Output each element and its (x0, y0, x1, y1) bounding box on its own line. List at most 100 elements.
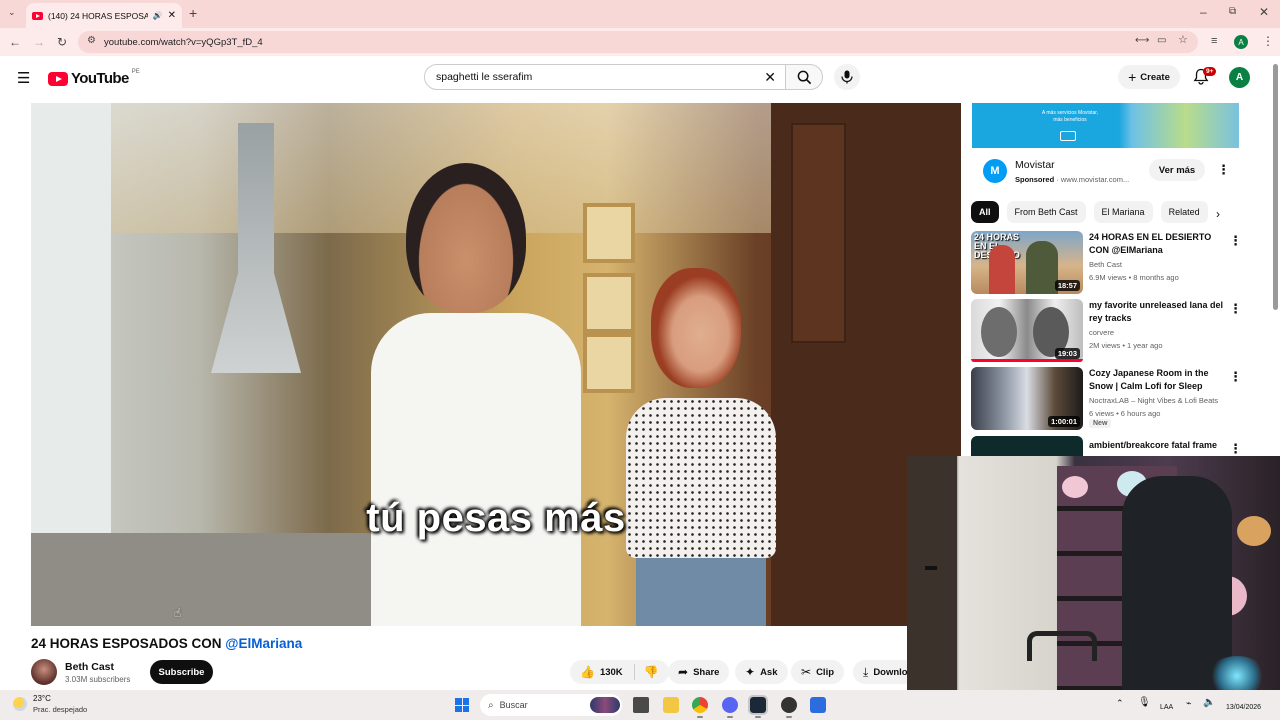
chevron-right-icon[interactable]: › (1216, 207, 1220, 221)
create-button[interactable]: + Create (1118, 65, 1180, 89)
ask-label: Ask (760, 666, 778, 678)
chip-el-mariana[interactable]: El Mariana (1093, 201, 1153, 223)
ad-banner-image[interactable]: A más servicios Movistar, más beneficios (972, 103, 1239, 148)
network-icon[interactable]: ⌁ (1186, 698, 1191, 709)
recommendation-item[interactable]: ambient/breakcore fatal frame ⋮ (971, 436, 1241, 456)
more-options-icon[interactable]: ⋮ (1229, 369, 1242, 385)
video-duration: 1:00:01 (1048, 416, 1080, 427)
tab-close-icon[interactable]: ✕ (168, 10, 176, 21)
search-button[interactable] (785, 64, 823, 90)
ad-cta-button[interactable]: Ver más (1149, 159, 1205, 181)
reading-list-icon[interactable]: ≡ (1211, 36, 1217, 47)
thumbs-down-icon[interactable]: 👎 (644, 665, 659, 679)
video-title[interactable]: my favorite unreleased lana del rey trac… (1089, 299, 1225, 325)
chip-all[interactable]: All (971, 201, 999, 223)
video-thumbnail[interactable]: 19:03 (971, 299, 1083, 362)
video-meta: 6.9M views • 8 months ago (1089, 273, 1179, 282)
back-icon[interactable]: ← (9, 36, 21, 48)
channel-name[interactable]: corvere (1089, 328, 1114, 337)
file-explorer-icon[interactable] (663, 697, 679, 713)
webcam-chair-arm (1027, 631, 1097, 661)
weather-description[interactable]: Prac. despejado (33, 705, 87, 714)
volume-icon[interactable]: 🔈 (1203, 697, 1215, 708)
more-options-icon[interactable]: ⋮ (1229, 441, 1241, 456)
share-button[interactable]: ➦ Share (668, 660, 730, 684)
speaker-icon[interactable]: 🔊 (153, 11, 163, 20)
filter-chips: All From Beth Cast El Mariana Related (971, 201, 1208, 223)
weather-temperature[interactable]: 23°C (33, 694, 51, 703)
taskbar-search[interactable]: ⌕ Buscar (480, 694, 622, 716)
address-bar[interactable]: ⚙ youtube.com/watch?v=yQGp3T_fD_4 ⟷ ▭ ☆ (78, 31, 1198, 53)
bookmark-star-icon[interactable]: ☆ (1178, 35, 1188, 46)
obs-icon[interactable] (781, 697, 797, 718)
mic-tray-icon[interactable]: 🎙 (1138, 697, 1151, 708)
restore-icon[interactable]: ⧉ (1229, 7, 1236, 17)
recommendation-item[interactable]: 24 HORAS EN EL DESIERTO 18:57 24 HORAS E… (971, 231, 1242, 295)
reload-icon[interactable]: ↻ (57, 36, 67, 48)
title-mention-link[interactable]: @ElMariana (225, 636, 302, 651)
recommendation-item[interactable]: 19:03 my favorite unreleased lana del re… (971, 299, 1242, 363)
country-code: PE (131, 68, 140, 75)
channel-name[interactable]: NoctraxLAB – Night Vibes & Lofi Beats (1089, 396, 1218, 405)
search-input[interactable]: spaghetti le sserafim ✕ (424, 64, 786, 90)
profile-avatar[interactable]: A (1234, 35, 1248, 49)
app-icon[interactable] (810, 697, 826, 713)
channel-avatar[interactable] (31, 659, 57, 685)
new-tab-icon[interactable]: + (189, 6, 197, 20)
channel-name[interactable]: Beth Cast (1089, 260, 1122, 269)
account-avatar[interactable]: A (1229, 67, 1250, 88)
voice-search-button[interactable] (834, 64, 860, 90)
download-button[interactable]: ⤓ Downlo (853, 660, 913, 684)
browser-tab-active[interactable]: (140) 24 HORAS ESPOSADOS 🔊 ✕ (26, 3, 182, 28)
recommendation-item[interactable]: 1:00:01 Cozy Japanese Room in the Snow |… (971, 367, 1242, 431)
subscribe-button[interactable]: Subscribe (150, 660, 213, 684)
site-info-icon[interactable]: ⚙ (87, 36, 96, 46)
taskbar-date[interactable]: 13/04/2026 (1226, 704, 1261, 711)
more-options-icon[interactable]: ⋮ (1229, 233, 1242, 249)
more-options-icon[interactable]: ⋮ (1229, 301, 1242, 317)
tab-search-icon[interactable]: ⌄ (8, 8, 16, 17)
ad-card[interactable]: M Movistar Sponsored · www.movistar.com.… (972, 148, 1239, 194)
like-button[interactable]: 👍 130K 👎 (570, 660, 669, 684)
youtube-logo[interactable]: YouTube PE (48, 68, 140, 87)
translate-icon[interactable]: ⟷ (1135, 36, 1149, 46)
discord-icon[interactable] (722, 697, 738, 718)
browser-menu-icon[interactable]: ⋮ (1262, 35, 1274, 47)
clear-search-icon[interactable]: ✕ (764, 69, 776, 86)
minimize-icon[interactable]: – (1200, 6, 1207, 18)
windows-start-icon[interactable] (455, 698, 469, 712)
chip-related[interactable]: Related (1160, 201, 1208, 223)
video-scene-cabinet-door (791, 123, 846, 343)
video-thumbnail[interactable]: 1:00:01 (971, 367, 1083, 430)
video-thumbnail[interactable]: 24 HORAS EN EL DESIERTO 18:57 (971, 231, 1083, 294)
chrome-icon[interactable] (692, 697, 708, 718)
keyboard-language[interactable]: LAA (1160, 704, 1173, 711)
video-scene-woman-head (651, 268, 741, 388)
chip-from-beth-cast[interactable]: From Beth Cast (1006, 201, 1086, 223)
cast-icon[interactable]: ▭ (1157, 36, 1166, 46)
ask-button[interactable]: ✦ Ask (735, 660, 788, 684)
forward-icon[interactable]: → (33, 36, 45, 48)
close-window-icon[interactable]: ✕ (1259, 6, 1269, 18)
video-scene-man-head (406, 163, 526, 313)
ad-more-options-icon[interactable]: ⋮ (1217, 163, 1230, 176)
video-title[interactable]: 24 HORAS EN EL DESIERTO CON @ElMariana (1089, 231, 1225, 257)
task-view-icon[interactable] (633, 697, 649, 713)
watch-progress-bar (971, 359, 1083, 362)
video-title: 24 HORAS ESPOSADOS CON @ElMariana (31, 636, 302, 651)
subscriber-count: 3.03M subscribers (65, 675, 131, 684)
video-title[interactable]: ambient/breakcore fatal frame (1089, 439, 1225, 452)
like-count: 130K (599, 666, 623, 678)
video-player[interactable]: tú pesas más (31, 103, 961, 626)
tab-title: (140) 24 HORAS ESPOSADOS (48, 10, 148, 21)
channel-name[interactable]: Beth Cast (65, 661, 114, 673)
hamburger-menu-icon[interactable]: ☰ (17, 69, 30, 87)
page-scrollbar[interactable] (1273, 64, 1278, 310)
clip-button[interactable]: ✂ Clip (791, 660, 845, 684)
weather-icon[interactable] (13, 697, 27, 711)
video-thumbnail[interactable] (971, 436, 1083, 456)
video-title[interactable]: Cozy Japanese Room in the Snow | Calm Lo… (1089, 367, 1225, 393)
chevron-up-icon[interactable]: ⌃ (1116, 698, 1124, 709)
steam-icon[interactable] (748, 695, 768, 718)
webcam-plush (1237, 516, 1271, 546)
